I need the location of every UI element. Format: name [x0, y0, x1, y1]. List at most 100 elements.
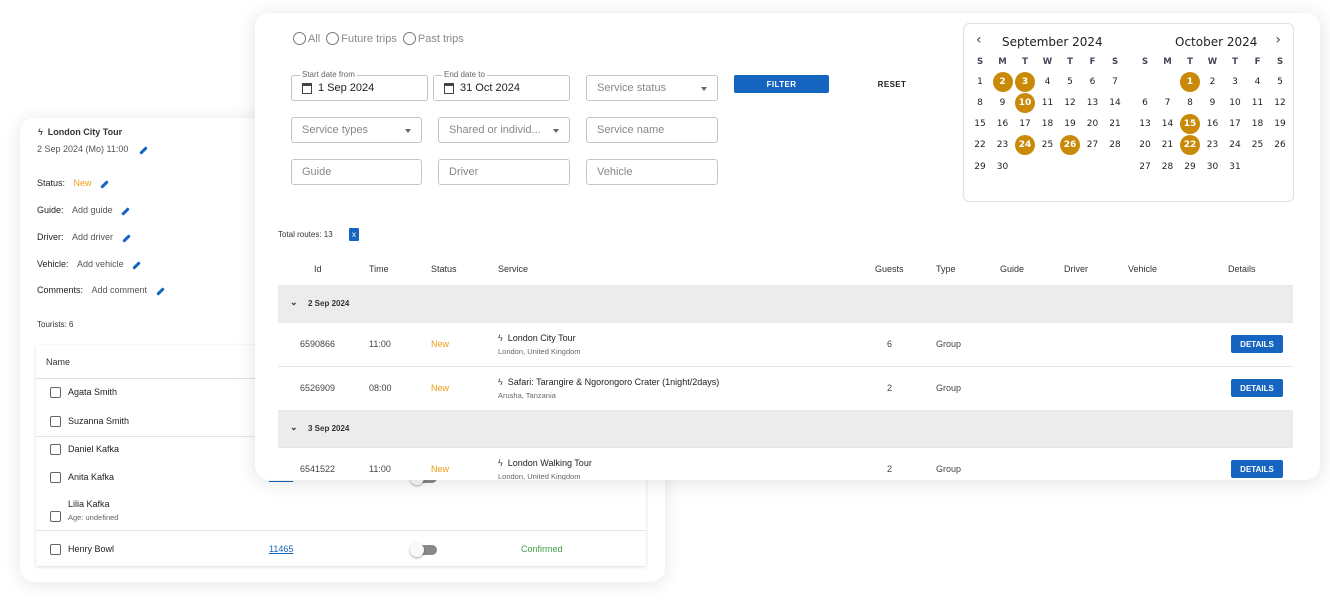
- filter-button[interactable]: FILTER: [734, 75, 829, 93]
- date-group-row[interactable]: ⌄ 3 Sep 2024: [278, 411, 1293, 448]
- calendar-day-highlighted[interactable]: 2: [992, 72, 1013, 92]
- calendar-day-highlighted[interactable]: 3: [1015, 72, 1035, 92]
- calendar-day[interactable]: 5: [1270, 72, 1290, 92]
- calendar-day[interactable]: 14: [1105, 93, 1125, 113]
- start-date-field[interactable]: Start date from 1 Sep 2024: [291, 70, 428, 101]
- calendar-day[interactable]: 12: [1270, 93, 1290, 113]
- column-header-service[interactable]: Service: [498, 252, 528, 286]
- calendar-day[interactable]: 19: [1060, 114, 1080, 134]
- calendar-day[interactable]: 4: [1038, 72, 1058, 92]
- calendar-day-highlighted[interactable]: 15: [1180, 114, 1200, 134]
- calendar-day[interactable]: 22: [970, 135, 990, 155]
- calendar-day[interactable]: 31: [1225, 157, 1245, 177]
- column-header-vehicle[interactable]: Vehicle: [1128, 252, 1157, 286]
- calendar-day[interactable]: 19: [1270, 114, 1290, 134]
- date-group-row[interactable]: ⌄ 2 Sep 2024: [278, 286, 1293, 323]
- calendar-day[interactable]: 15: [970, 114, 990, 134]
- calendar-day-highlighted[interactable]: 1: [1180, 72, 1200, 92]
- calendar-day[interactable]: 13: [1135, 114, 1155, 134]
- calendar-day-highlighted[interactable]: 10: [1015, 93, 1035, 113]
- service-types-select[interactable]: Service types: [291, 117, 422, 143]
- driver-input[interactable]: Driver: [438, 159, 570, 185]
- excel-export-icon[interactable]: x: [349, 228, 359, 241]
- calendar-day[interactable]: 11: [1038, 93, 1058, 113]
- calendar-day[interactable]: 11: [1248, 93, 1268, 113]
- calendar-day[interactable]: 9: [1203, 93, 1223, 113]
- calendar-day[interactable]: 5: [1060, 72, 1080, 92]
- checkbox[interactable]: [50, 387, 61, 398]
- edit-icon[interactable]: [121, 234, 131, 243]
- vehicle-value[interactable]: Add vehicle: [77, 259, 124, 269]
- calendar-day-highlighted[interactable]: 22: [1180, 135, 1200, 155]
- edit-icon[interactable]: [121, 207, 130, 216]
- calendar-day[interactable]: 20: [1083, 114, 1103, 134]
- details-button[interactable]: DETAILS: [1231, 335, 1283, 353]
- guide-value[interactable]: Add guide: [72, 205, 113, 215]
- checkbox[interactable]: [50, 444, 61, 455]
- calendar-day[interactable]: 12: [1060, 93, 1080, 113]
- calendar-day[interactable]: 30: [993, 157, 1013, 177]
- radio-past-trips[interactable]: Past trips: [402, 32, 464, 45]
- calendar-day[interactable]: 17: [1015, 114, 1035, 134]
- calendar-day[interactable]: 7: [1105, 72, 1125, 92]
- chevron-left-icon[interactable]: ‹: [976, 32, 982, 48]
- calendar-day[interactable]: 16: [1203, 114, 1223, 134]
- service-name-input[interactable]: Service name: [586, 117, 718, 143]
- calendar-day[interactable]: 8: [970, 93, 990, 113]
- calendar-day[interactable]: 28: [1158, 157, 1178, 177]
- calendar-day[interactable]: 21: [1105, 114, 1125, 134]
- calendar-day[interactable]: 25: [1248, 135, 1268, 155]
- calendar-day[interactable]: 27: [1083, 135, 1103, 155]
- edit-icon[interactable]: [132, 261, 141, 270]
- driver-value[interactable]: Add driver: [72, 232, 113, 242]
- chevron-down-icon[interactable]: ⌄: [290, 422, 298, 433]
- chevron-down-icon[interactable]: ⌄: [290, 297, 298, 308]
- calendar-day[interactable]: 16: [993, 114, 1013, 134]
- calendar-day[interactable]: 21: [1158, 135, 1178, 155]
- calendar-day[interactable]: 9: [993, 93, 1013, 113]
- column-header-status[interactable]: Status: [431, 252, 457, 286]
- calendar-day[interactable]: 23: [1203, 135, 1223, 155]
- calendar-day[interactable]: 28: [1105, 135, 1125, 155]
- calendar-day[interactable]: 4: [1248, 72, 1268, 92]
- edit-icon[interactable]: [139, 146, 148, 155]
- reset-button[interactable]: RESET: [867, 75, 917, 93]
- calendar-day[interactable]: 7: [1158, 93, 1178, 113]
- column-header-driver[interactable]: Driver: [1064, 252, 1088, 286]
- calendar-day[interactable]: 23: [993, 135, 1013, 155]
- radio-future-trips[interactable]: Future trips: [326, 32, 397, 45]
- calendar-day[interactable]: 26: [1270, 135, 1290, 155]
- calendar-day[interactable]: 24: [1225, 135, 1245, 155]
- checkbox[interactable]: [50, 544, 61, 555]
- calendar-day[interactable]: 17: [1225, 114, 1245, 134]
- column-header-type[interactable]: Type: [936, 252, 956, 286]
- vehicle-input[interactable]: Vehicle: [586, 159, 718, 185]
- end-date-field[interactable]: End date to 31 Oct 2024: [433, 70, 570, 101]
- calendar-day[interactable]: 30: [1203, 157, 1223, 177]
- calendar-day[interactable]: 6: [1135, 93, 1155, 113]
- calendar-day[interactable]: 10: [1225, 93, 1245, 113]
- column-header-guide[interactable]: Guide: [1000, 252, 1024, 286]
- calendar-day[interactable]: 18: [1248, 114, 1268, 134]
- details-button[interactable]: DETAILS: [1231, 460, 1283, 478]
- column-header-guests[interactable]: Guests: [875, 252, 904, 286]
- edit-icon[interactable]: [100, 180, 109, 189]
- calendar-day[interactable]: 25: [1038, 135, 1058, 155]
- calendar-day[interactable]: 14: [1158, 114, 1178, 134]
- calendar-day-highlighted[interactable]: 26: [1060, 135, 1080, 155]
- toggle-switch[interactable]: [410, 543, 437, 557]
- checkbox[interactable]: [50, 511, 61, 522]
- booking-link[interactable]: 11465: [269, 544, 293, 554]
- radio-all[interactable]: All: [293, 32, 320, 45]
- calendar-day[interactable]: 2: [1203, 72, 1223, 92]
- calendar-day-highlighted[interactable]: 24: [1015, 135, 1035, 155]
- calendar-day[interactable]: 1: [970, 72, 990, 92]
- calendar-day[interactable]: 8: [1180, 93, 1200, 113]
- calendar-day[interactable]: 29: [1180, 157, 1200, 177]
- chevron-right-icon[interactable]: ›: [1275, 32, 1281, 48]
- calendar-day[interactable]: 29: [970, 157, 990, 177]
- calendar-day[interactable]: 27: [1135, 157, 1155, 177]
- service-status-select[interactable]: Service status: [586, 75, 718, 101]
- column-header-id[interactable]: Id: [314, 252, 322, 286]
- calendar-day[interactable]: 13: [1083, 93, 1103, 113]
